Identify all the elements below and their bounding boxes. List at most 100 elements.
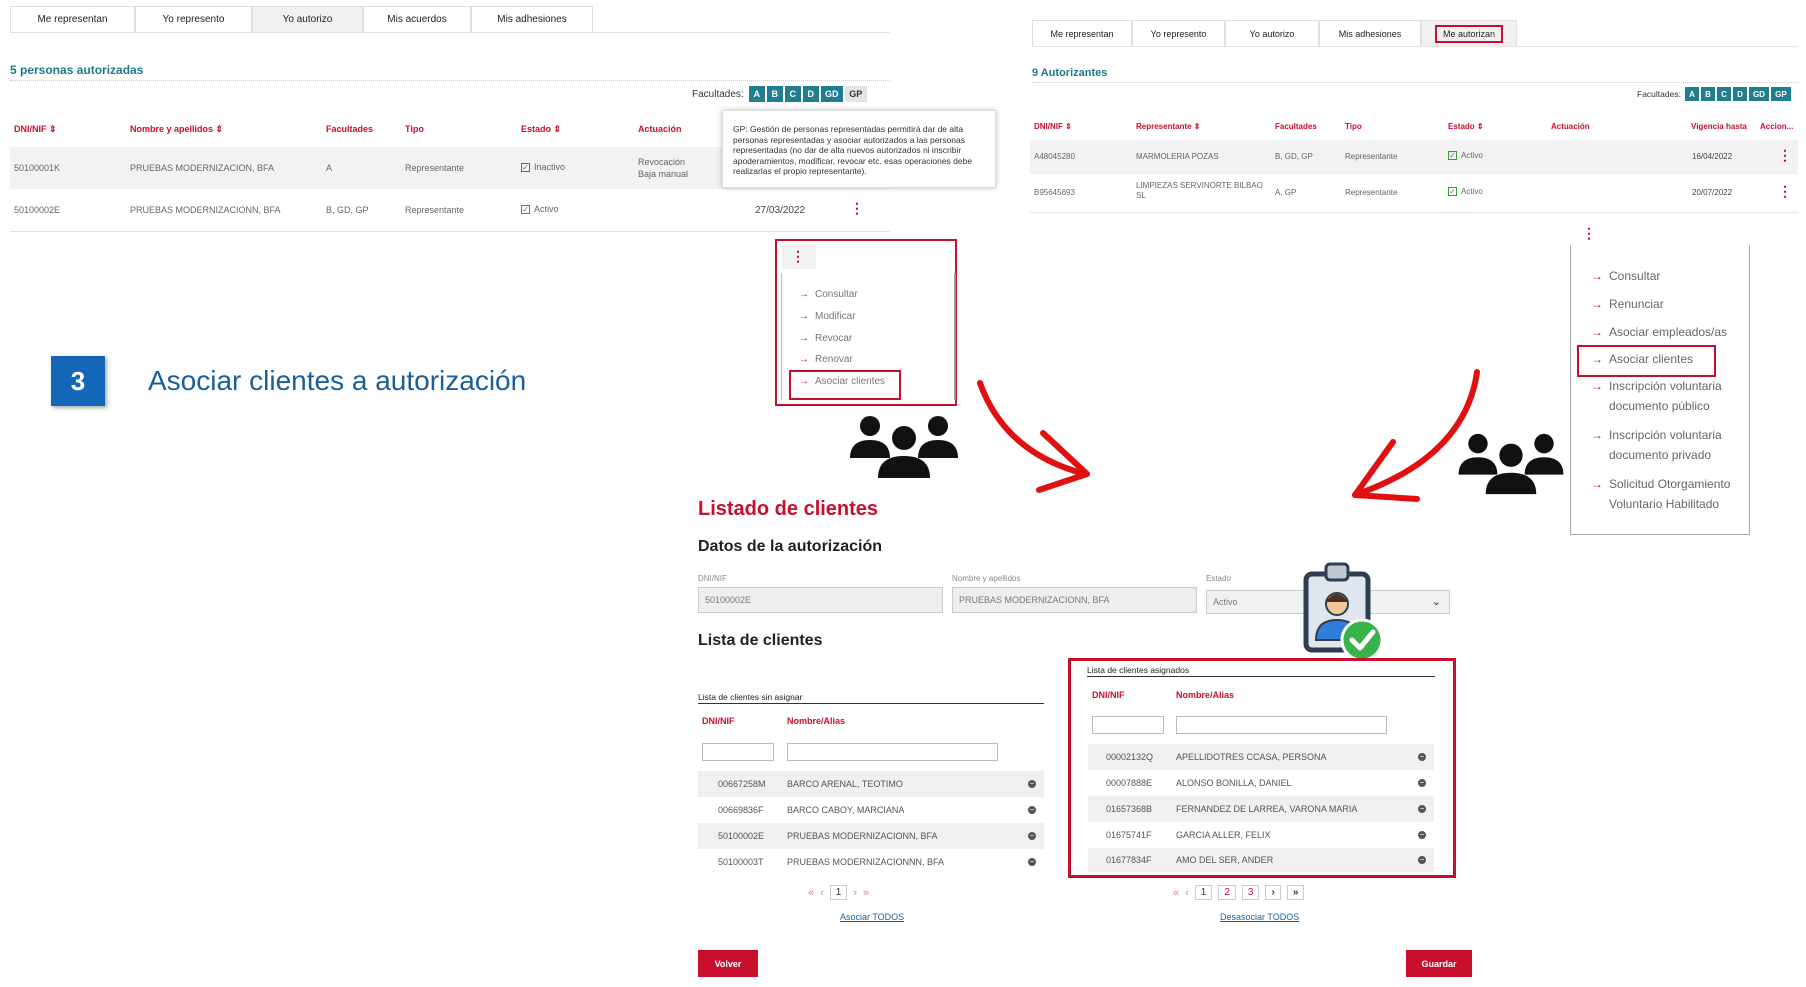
page-3[interactable]: 3 (1241, 885, 1260, 900)
remove-icon[interactable]: − (1028, 780, 1036, 788)
menu-item-revocar[interactable]: → Revocar (799, 333, 852, 344)
fac-d[interactable]: D (802, 86, 819, 102)
volver-button[interactable]: Volver (698, 950, 758, 977)
row-facultades: B, GD, GP (1275, 152, 1313, 161)
nombre-field: PRUEBAS MODERNIZACIONN, BFA (952, 587, 1197, 613)
page-1[interactable]: 1 (829, 885, 848, 900)
next-page-icon[interactable]: › (853, 887, 857, 899)
remove-icon[interactable]: − (1418, 856, 1426, 864)
asociar-todos-link[interactable]: Asociar TODOS (840, 912, 904, 922)
sin-asignar-nombre-filter[interactable] (787, 743, 998, 761)
remove-icon[interactable]: − (1418, 753, 1426, 761)
row-actions-kebab-icon[interactable]: ⋮ (1778, 148, 1792, 162)
tab-mis-adhesiones[interactable]: Mis adhesiones (471, 6, 593, 32)
col-facultades: Facultades (326, 124, 374, 134)
menu-item-renunciar[interactable]: → Renunciar (1591, 294, 1664, 314)
remove-icon[interactable]: − (1028, 858, 1036, 866)
kebab-icon[interactable]: ⋮ (791, 249, 805, 263)
asignados-nombre-filter[interactable] (1176, 716, 1387, 734)
asignados-col-nombre: Nombre/Alias (1176, 690, 1235, 700)
fac-a[interactable]: A (1684, 87, 1699, 101)
row-dni: B95645693 (1034, 188, 1075, 197)
row-actions-kebab-icon[interactable]: ⋮ (850, 201, 864, 215)
tab-mis-acuerdos[interactable]: Mis acuerdos (363, 6, 471, 32)
kebab-icon[interactable]: ⋮ (1582, 226, 1596, 240)
row-nombre: PRUEBAS MODERNIZACIONN, BFA (130, 205, 281, 215)
first-page-icon[interactable]: « (1173, 887, 1179, 899)
fac-b[interactable]: B (1700, 87, 1715, 101)
guardar-button[interactable]: Guardar (1406, 950, 1472, 977)
last-page-icon[interactable]: » (863, 887, 869, 899)
tab-yo-represento[interactable]: Yo represento (1132, 20, 1225, 46)
col-estado[interactable]: Estado ⇕ (521, 124, 561, 135)
prev-page-icon[interactable]: ‹ (820, 887, 824, 899)
arrow-right-icon: → (1591, 297, 1603, 311)
list-item[interactable]: 01657368B FERNANDEZ DE LARREA, VARONA MAR… (1088, 796, 1434, 822)
menu-item-consultar[interactable]: → Consultar (799, 289, 858, 300)
list-item[interactable]: 00007888E ALONSO BONILLA, DANIEL − (1088, 770, 1434, 796)
list-item[interactable]: 01677834F AMO DEL SER, ANDER − (1088, 848, 1434, 872)
row-dni: 50100002E (14, 205, 61, 215)
row-actuacion-2: Baja manual (638, 169, 689, 179)
remove-icon[interactable]: − (1028, 832, 1036, 840)
tab-yo-autorizo[interactable]: Yo autorizo (252, 6, 363, 32)
fac-b[interactable]: B (766, 86, 783, 102)
fac-c[interactable]: C (784, 86, 801, 102)
row-estado: ✓ Activo (1448, 151, 1483, 160)
arrow-right-icon: → (799, 311, 809, 322)
last-page-icon[interactable]: » (1286, 885, 1305, 900)
fac-gp[interactable]: GP (1770, 87, 1791, 101)
menu-item-consultar[interactable]: → Consultar (1591, 266, 1660, 286)
fac-d[interactable]: D (1732, 87, 1747, 101)
tab-yo-autorizo[interactable]: Yo autorizo (1225, 20, 1319, 46)
arrow-down-right-icon (977, 380, 1090, 493)
col-representante[interactable]: Representante ⇕ (1136, 122, 1201, 131)
asignados-dni-filter[interactable] (1092, 716, 1164, 734)
fac-gd[interactable]: GD (1748, 87, 1769, 101)
remove-icon[interactable]: − (1418, 831, 1426, 839)
list-item[interactable]: 00667258M BARCO ARENAL, TEOTIMO − (698, 771, 1044, 797)
fac-c[interactable]: C (1716, 87, 1731, 101)
list-item[interactable]: 00002132Q APELLIDOTRES CCASA, PERSONA − (1088, 744, 1434, 770)
first-page-icon[interactable]: « (808, 887, 814, 899)
table-row[interactable]: 50100002E PRUEBAS MODERNIZACIONN, BFA B,… (10, 189, 890, 232)
list-item[interactable]: 00669836F BARCO CABOY, MARCIANA − (698, 797, 1044, 823)
list-item[interactable]: 50100003T PRUEBAS MODERNIZACIONNN, BFA − (698, 849, 1044, 875)
next-page-icon[interactable]: › (1265, 885, 1281, 900)
fac-a[interactable]: A (748, 86, 765, 102)
tab-me-autorizan[interactable]: Me autorizan (1421, 20, 1517, 46)
page-1[interactable]: 1 (1194, 885, 1213, 900)
col-estado[interactable]: Estado ⇕ (1448, 122, 1484, 131)
remove-icon[interactable]: − (1418, 805, 1426, 813)
status-icon: ✓ (521, 205, 530, 214)
col-nombre[interactable]: Nombre y apellidos ⇕ (130, 124, 223, 135)
menu-item-inscripcion-privado[interactable]: → Inscripción voluntaria documento privad… (1591, 425, 1741, 465)
desasociar-todos-link[interactable]: Desasociar TODOS (1220, 912, 1299, 922)
tab-yo-represento[interactable]: Yo represento (135, 6, 252, 32)
fac-gp[interactable]: GP (844, 86, 867, 102)
menu-item-inscripcion-publico[interactable]: → Inscripción voluntaria documento públic… (1591, 376, 1741, 416)
page-2[interactable]: 2 (1218, 885, 1236, 900)
table-row[interactable]: B95645693 LIMPIEZAS SERVINORTE BILBAO SL… (1030, 174, 1798, 213)
fac-gd[interactable]: GD (820, 86, 843, 102)
remove-icon[interactable]: − (1028, 806, 1036, 814)
list-item[interactable]: 50100002E PRUEBAS MODERNIZACIONN, BFA − (698, 823, 1044, 849)
prev-page-icon[interactable]: ‹ (1185, 887, 1189, 899)
table-row[interactable]: A48045280 MARMOLERIA POZAS B, GD, GP Rep… (1030, 140, 1798, 174)
menu-item-asociar-empleados[interactable]: → Asociar empleados/as (1591, 322, 1727, 342)
tab-mis-adhesiones[interactable]: Mis adhesiones (1319, 20, 1421, 46)
row-actions-kebab-icon[interactable]: ⋮ (1778, 184, 1792, 198)
sin-asignar-dni-filter[interactable] (702, 743, 774, 761)
menu-item-renovar[interactable]: → Renovar (799, 354, 853, 365)
remove-icon[interactable]: − (1418, 779, 1426, 787)
menu-item-solicitud-otorgamiento[interactable]: → Solicitud Otorgamiento Voluntario Habil… (1591, 474, 1746, 514)
estado-label: Estado (1206, 574, 1231, 583)
col-dni[interactable]: DNI/NIF ⇕ (1034, 122, 1072, 131)
menu-item-modificar[interactable]: → Modificar (799, 311, 856, 322)
list-item[interactable]: 01675741F GARCIA ALLER, FELIX − (1088, 822, 1434, 848)
row-dni: A48045280 (1034, 152, 1075, 161)
chevron-down-icon: ⌄ (1431, 596, 1441, 608)
tab-me-representan[interactable]: Me representan (10, 6, 135, 32)
col-dni[interactable]: DNI/NIF ⇕ (14, 124, 57, 135)
tab-me-representan[interactable]: Me representan (1032, 20, 1132, 46)
